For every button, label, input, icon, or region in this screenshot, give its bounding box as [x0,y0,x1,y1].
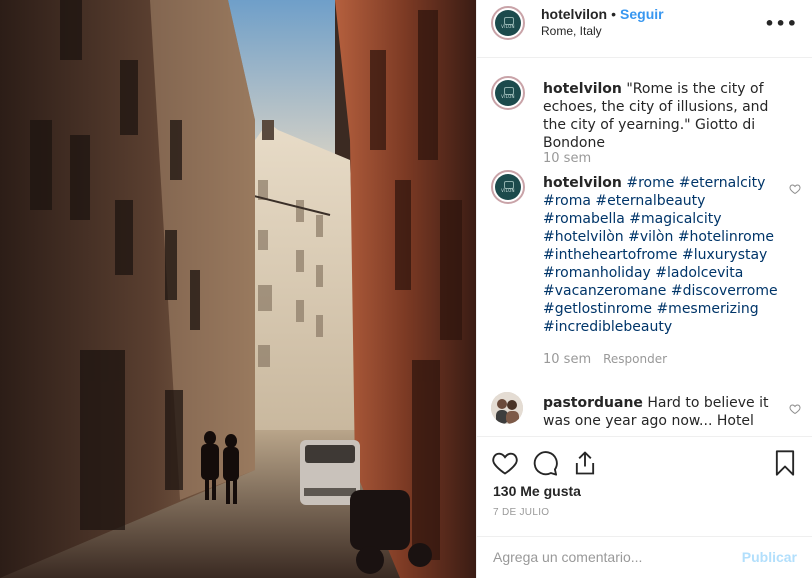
caption-time[interactable]: 10 sem [543,151,591,166]
hashtag-link[interactable]: #roma [543,193,591,209]
caption-text: hotelvilon "Rome is the city of echoes, … [543,80,791,152]
post-header: VILON hotelvilon • Seguir Rome, Italy ••• [477,0,812,58]
avatar-tag: VILON [501,188,515,193]
separator-dot: • [611,6,617,22]
hotel-logo-icon [495,80,521,106]
hashtag-link[interactable]: #mesmerizing [656,301,758,317]
hashtag-link[interactable]: #incrediblebeauty [543,319,672,335]
hashtag-link[interactable]: #rome [626,175,674,191]
comment-icon[interactable] [531,449,559,477]
hashtag-comment: VILON hotelvilon #rome #eternalcity #rom… [491,170,801,380]
header-username[interactable]: hotelvilon [541,6,607,22]
hashtag-link[interactable]: #intheheartofrome [543,247,678,263]
hashtag-link[interactable]: #getlostinrome [543,301,652,317]
hotel-logo-icon [495,10,521,36]
caption-comment: VILON hotelvilon "Rome is the city of ec… [491,76,801,176]
user-comment-text: pastorduane Hard to believe it was one y… [543,394,791,430]
hashtag-time[interactable]: 10 sem [543,352,591,367]
post-actions: 130 Me gusta 7 DE JULIO [477,436,812,537]
bookmark-icon[interactable] [771,449,799,477]
user-avatar[interactable] [491,392,523,424]
avatar-tag: VILON [501,94,515,99]
header-username-line: hotelvilon • Seguir [541,6,664,22]
hashtag-link[interactable]: #discoverrome [671,283,778,299]
user-comment: pastorduane Hard to believe it was one y… [491,392,801,436]
hashtag-link[interactable]: #ladolcevita [655,265,743,281]
like-comment-heart-icon[interactable] [789,403,801,415]
hashtag-link[interactable]: #romanholiday [543,265,651,281]
hashtag-link[interactable]: #hotelinrome [678,229,774,245]
heart-icon[interactable] [491,449,519,477]
profile-avatar[interactable]: VILON [491,170,525,204]
hashtag-link[interactable]: #eternalbeauty [595,193,705,209]
hashtag-list: #rome #eternalcity #roma #eternalbeauty … [543,175,778,335]
like-count[interactable]: 130 Me gusta [493,483,581,499]
hashtag-link[interactable]: #vilòn [628,229,673,245]
location-link[interactable]: Rome, Italy [541,24,602,38]
instagram-post: VILON hotelvilon • Seguir Rome, Italy ••• … [0,0,812,578]
commenter-username[interactable]: pastorduane [543,395,643,411]
add-comment-bar: Agrega un comentario... Publicar [477,536,812,579]
profile-avatar[interactable]: VILON [491,6,525,40]
hotel-logo-icon [495,174,521,200]
hashtag-link[interactable]: #magicalcity [629,211,721,227]
hashtag-username[interactable]: hotelvilon [543,175,622,191]
hashtag-link[interactable]: #luxurystay [682,247,767,263]
profile-avatar[interactable]: VILON [491,76,525,110]
hashtag-link[interactable]: #eternalcity [679,175,766,191]
hashtag-link[interactable]: #vacanzeromane [543,283,666,299]
hashtag-meta: 10 sem Responder [543,352,667,367]
ellipsis-icon[interactable]: ••• [764,14,798,33]
like-comment-heart-icon[interactable] [789,183,801,195]
reply-button[interactable]: Responder [603,352,667,366]
hashtag-link[interactable]: #romabella [543,211,625,227]
comments-list[interactable]: VILON hotelvilon "Rome is the city of ec… [477,58,812,436]
hashtag-text: hotelvilon #rome #eternalcity #roma #ete… [543,174,791,336]
user-photo-icon [491,392,523,424]
post-date[interactable]: 7 DE JULIO [493,507,549,518]
publish-button[interactable]: Publicar [742,549,797,565]
comment-input[interactable]: Agrega un comentario... [493,549,642,565]
caption-username[interactable]: hotelvilon [543,81,622,97]
rome-street-photo [0,0,476,578]
avatar-tag: VILON [501,24,515,29]
share-icon[interactable] [571,449,599,477]
post-photo[interactable] [0,0,476,578]
hashtag-link[interactable]: #hotelvilòn [543,229,624,245]
follow-button[interactable]: Seguir [620,6,664,22]
post-panel: VILON hotelvilon • Seguir Rome, Italy ••• … [476,0,812,578]
